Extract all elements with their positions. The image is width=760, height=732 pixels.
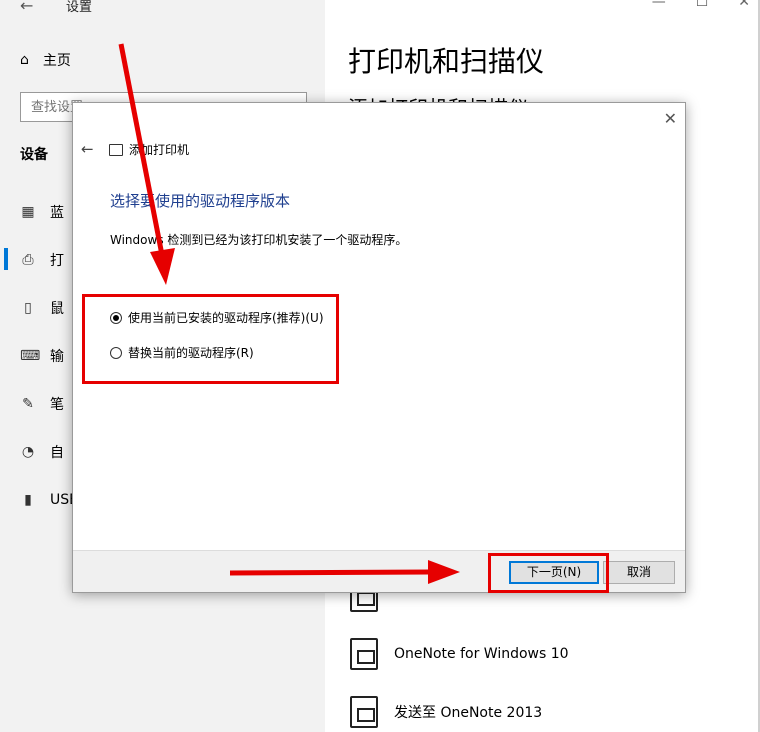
dialog-title-text: 添加打印机 [129, 143, 190, 157]
active-indicator [4, 248, 8, 270]
close-icon[interactable]: ✕ [738, 0, 750, 10]
sidebar-home[interactable]: ⌂ 主页 [20, 50, 71, 70]
sidebar-item-mouse[interactable]: ▯ 鼠 [20, 296, 64, 320]
mouse-icon: ▯ [24, 300, 32, 316]
autoplay-icon: ◔ [21, 444, 35, 460]
sidebar-item-bluetooth[interactable]: ▦ 蓝 [20, 200, 64, 224]
keyboard-icon: ⌨ [20, 348, 41, 364]
sidebar-item-input[interactable]: ⌨ 输 [20, 344, 64, 368]
annotation-box-next [488, 553, 609, 593]
sidebar-item-printers[interactable]: ⎙ 打 [20, 248, 64, 272]
sidebar-item-label: 自 [50, 445, 64, 461]
sidebar-item-label: 输 [50, 349, 64, 365]
printer-label: OneNote for Windows 10 [394, 646, 569, 662]
cancel-button[interactable]: 取消 [603, 561, 675, 584]
sidebar-item-pen[interactable]: ✎ 笔 [20, 392, 64, 416]
back-arrow-icon[interactable]: ← [81, 140, 94, 158]
printer-item-onenote-2013[interactable]: 发送至 OneNote 2013 [350, 696, 542, 728]
window-title: 设置 [66, 0, 93, 15]
window-controls: — ☐ ✕ [652, 0, 750, 10]
sidebar-item-label: 鼠 [50, 301, 64, 317]
printer-icon: ⎙ [22, 252, 34, 268]
dialog-description: Windows 检测到已经为该打印机安装了一个驱动程序。 [110, 233, 408, 247]
printer-icon [350, 696, 378, 728]
annotation-box-options [82, 294, 339, 384]
sidebar-item-label: 蓝 [50, 205, 64, 221]
printer-icon [350, 638, 378, 670]
close-icon[interactable]: ✕ [664, 109, 677, 128]
maximize-icon[interactable]: ☐ [696, 0, 709, 10]
printer-item-onenote-win10[interactable]: OneNote for Windows 10 [350, 638, 569, 670]
sidebar-item-label: 笔 [50, 397, 64, 413]
home-label: 主页 [42, 53, 71, 69]
usb-icon: ▮ [24, 492, 32, 508]
minimize-icon[interactable]: — [652, 0, 666, 10]
section-label: 设备 [20, 147, 48, 163]
bluetooth-icon: ▦ [21, 204, 35, 220]
sidebar-item-usb[interactable]: ▮ USE [20, 488, 78, 512]
page-title: 打印机和扫描仪 [348, 45, 545, 78]
pen-icon: ✎ [22, 396, 34, 412]
sidebar-item-autoplay[interactable]: ◔ 自 [20, 440, 64, 464]
dialog-title: 添加打印机 [109, 141, 189, 158]
dialog-heading: 选择要使用的驱动程序版本 [110, 192, 291, 210]
printer-icon [109, 143, 123, 156]
printer-label: 发送至 OneNote 2013 [394, 705, 543, 721]
back-arrow-icon[interactable]: ← [20, 0, 33, 15]
sidebar-item-label: 打 [50, 253, 64, 269]
home-icon: ⌂ [20, 52, 29, 68]
